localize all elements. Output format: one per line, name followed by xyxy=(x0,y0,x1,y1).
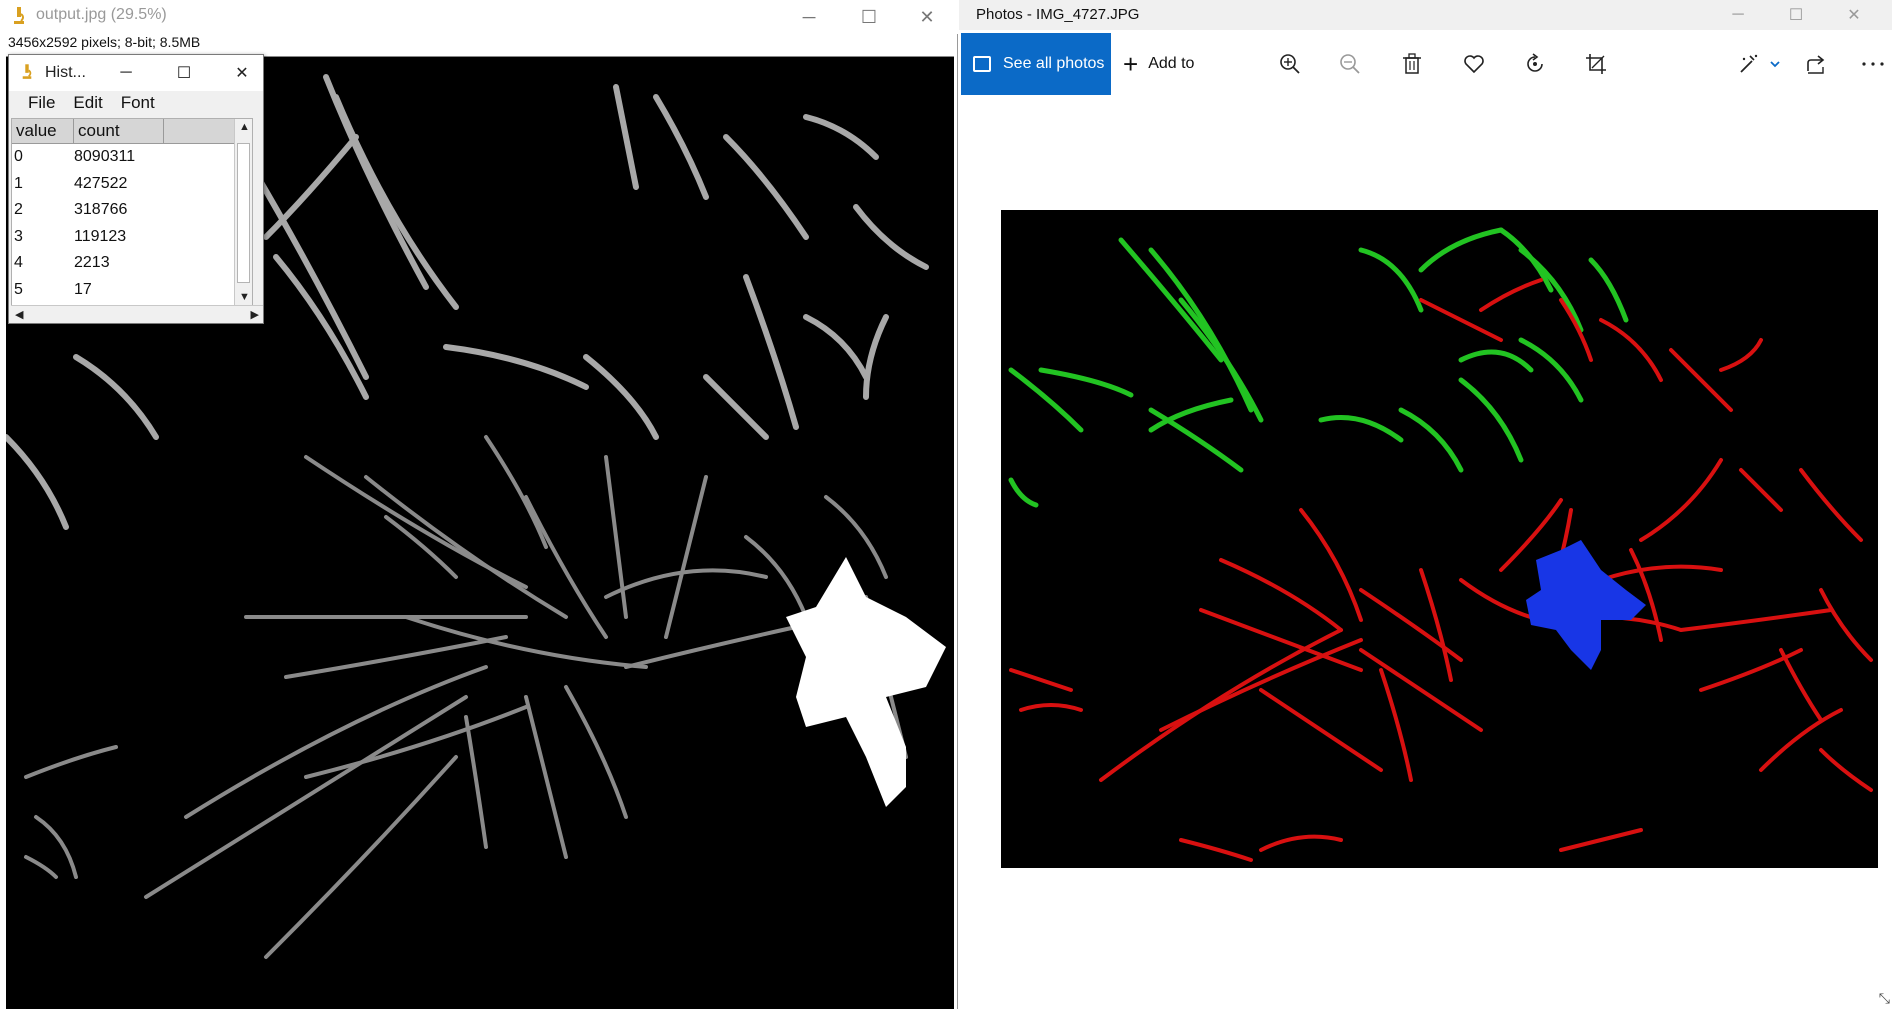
scroll-right-icon[interactable]: ▶ xyxy=(251,308,259,321)
add-to-label: Add to xyxy=(1148,55,1195,72)
table-row[interactable]: 5 17 xyxy=(12,277,252,304)
scroll-down-icon[interactable]: ▼ xyxy=(239,291,250,303)
see-all-photos-button[interactable]: See all photos xyxy=(961,33,1111,95)
scrollbar-thumb[interactable] xyxy=(237,143,250,283)
zoom-in-icon[interactable] xyxy=(1275,49,1305,79)
photos-icon xyxy=(973,56,991,72)
histogram-table[interactable]: value count 0 8090311 1 427522 2 318766 … xyxy=(11,118,253,306)
count-cell: 119123 xyxy=(74,227,127,245)
share-icon[interactable] xyxy=(1801,49,1831,79)
scroll-left-icon[interactable]: ◀ xyxy=(15,308,23,321)
value-cell: 3 xyxy=(14,227,23,245)
microscope-icon xyxy=(22,64,32,79)
count-cell: 17 xyxy=(74,280,92,298)
menu-edit[interactable]: Edit xyxy=(64,91,111,115)
table-row[interactable]: 4 2213 xyxy=(12,250,252,277)
column-header-value[interactable]: value xyxy=(12,119,74,143)
horizontal-scrollbar[interactable]: ◀ ▶ xyxy=(11,305,263,323)
value-cell: 5 xyxy=(14,280,23,298)
scroll-up-icon[interactable]: ▲ xyxy=(239,121,250,133)
photos-titlebar[interactable]: Photos - IMG_4727.JPG ─ ☐ ✕ xyxy=(959,0,1892,30)
plus-icon: + xyxy=(1123,48,1139,79)
table-row[interactable]: 0 8090311 xyxy=(12,144,252,171)
minimize-button[interactable]: ─ xyxy=(780,0,838,34)
imagej-titlebar[interactable]: output.jpg (29.5%) ─ ☐ ✕ xyxy=(0,0,958,34)
menu-file[interactable]: File xyxy=(19,91,64,115)
count-cell: 318766 xyxy=(74,201,128,219)
histogram-window[interactable]: Hist... ─ ☐ ✕ File Edit Font value count… xyxy=(8,54,264,324)
photos-app-window: Photos - IMG_4727.JPG ─ ☐ ✕ See all phot… xyxy=(959,0,1892,1009)
maximize-button[interactable]: ☐ xyxy=(1767,0,1825,30)
vertical-scrollbar[interactable]: ▲ ▼ xyxy=(234,119,252,305)
photos-toolbar: See all photos + Add to xyxy=(959,33,1892,95)
classified-image xyxy=(1008,227,1873,862)
table-row[interactable]: 2 318766 xyxy=(12,197,252,224)
image-info-text: 3456x2592 pixels; 8-bit; 8.5MB xyxy=(8,34,201,50)
table-row[interactable]: 3 119123 xyxy=(12,224,252,251)
close-button[interactable]: ✕ xyxy=(1825,0,1883,30)
edit-icon[interactable] xyxy=(1738,49,1784,79)
close-button[interactable]: ✕ xyxy=(213,55,271,91)
zoom-out-icon[interactable] xyxy=(1335,49,1365,79)
histogram-menubar: File Edit Font xyxy=(9,91,263,115)
photo-viewer[interactable] xyxy=(1001,210,1878,868)
imagej-window-title: output.jpg (29.5%) xyxy=(36,6,167,23)
count-cell: 8090311 xyxy=(74,148,136,166)
value-cell: 4 xyxy=(14,254,23,272)
more-icon[interactable] xyxy=(1859,49,1887,79)
column-header-empty[interactable] xyxy=(164,119,236,143)
column-header-count[interactable]: count xyxy=(74,119,164,143)
minimize-button[interactable]: ─ xyxy=(97,55,155,91)
histogram-title: Hist... xyxy=(45,64,86,81)
microscope-icon xyxy=(14,7,24,24)
close-button[interactable]: ✕ xyxy=(898,0,956,34)
maximize-button[interactable]: ☐ xyxy=(155,55,213,91)
minimize-button[interactable]: ─ xyxy=(1709,0,1767,30)
table-header: value count xyxy=(12,119,252,144)
resize-grip-icon[interactable]: ⤡ xyxy=(1879,990,1890,1007)
imagej-image-window: output.jpg (29.5%) ─ ☐ ✕ 3456x2592 pixel… xyxy=(0,0,958,1009)
add-to-button[interactable]: + Add to xyxy=(1123,33,1194,95)
count-cell: 2213 xyxy=(74,254,110,272)
histogram-titlebar[interactable]: Hist... ─ ☐ ✕ xyxy=(9,55,263,91)
see-all-photos-label: See all photos xyxy=(1003,55,1105,72)
delete-icon[interactable] xyxy=(1397,49,1427,79)
value-cell: 1 xyxy=(14,174,23,192)
photos-window-title: Photos - IMG_4727.JPG xyxy=(976,6,1140,23)
favorite-icon[interactable] xyxy=(1459,49,1489,79)
rotate-icon[interactable] xyxy=(1520,49,1550,79)
value-cell: 2 xyxy=(14,201,23,219)
table-row[interactable]: 1 427522 xyxy=(12,171,252,198)
crop-icon[interactable] xyxy=(1581,49,1611,79)
menu-font[interactable]: Font xyxy=(112,91,164,115)
count-cell: 427522 xyxy=(74,174,128,192)
value-cell: 0 xyxy=(14,148,23,166)
maximize-button[interactable]: ☐ xyxy=(840,0,898,34)
